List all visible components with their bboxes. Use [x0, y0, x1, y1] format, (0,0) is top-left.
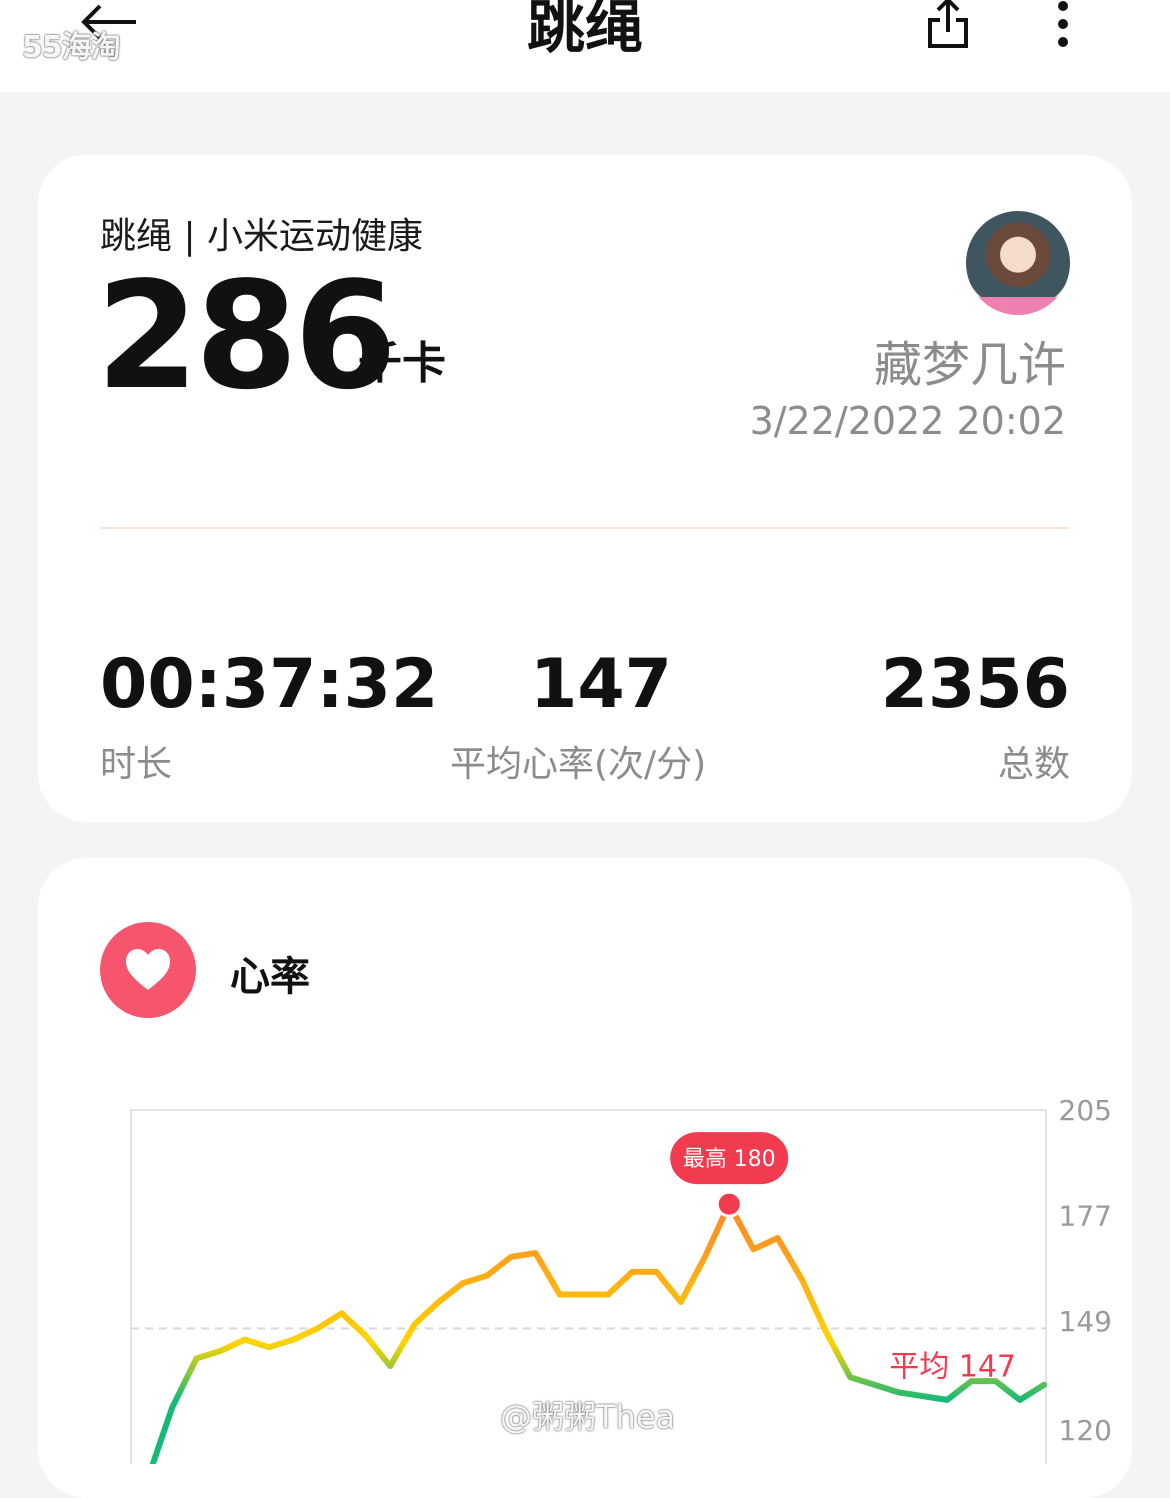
summary-card: 跳绳 | 小米运动健康 286 千卡 藏梦几许 3/22/2022 20:02 … — [38, 155, 1132, 822]
y-tick-label: 205 — [1059, 1094, 1112, 1127]
total-count-label: 总数 — [998, 735, 1070, 787]
avg-heart-rate-value: 147 — [530, 645, 672, 724]
y-tick-label: 149 — [1059, 1305, 1112, 1338]
page-title: 跳绳 — [0, 0, 1170, 60]
total-count-value: 2356 — [881, 645, 1070, 724]
more-button[interactable] — [1050, 0, 1076, 52]
average-label: 平均 147 — [889, 1349, 1016, 1384]
username: 藏梦几许 — [874, 325, 1066, 395]
y-tick-label: 120 — [1059, 1414, 1112, 1447]
avatar[interactable] — [966, 211, 1070, 315]
workout-datetime: 3/22/2022 20:02 — [750, 399, 1066, 443]
avatar-ribbon — [966, 297, 1070, 315]
avg-heart-rate-label: 平均心率(次/分) — [450, 735, 706, 787]
max-label: 最高 180 — [683, 1147, 776, 1172]
max-point-marker — [717, 1192, 741, 1216]
top-bar: 55海淘 跳绳 — [0, 0, 1170, 92]
y-tick-label: 177 — [1059, 1199, 1112, 1232]
share-icon — [922, 0, 974, 52]
heart-rate-chart: 205 177 149 120 最高 180 平均 147 — [0, 858, 1170, 1464]
duration-value: 00:37:32 — [100, 645, 438, 724]
watermark-bottom: @粥粥Thea — [500, 1392, 675, 1438]
share-button[interactable] — [922, 0, 974, 52]
max-callout: 最高 180 — [670, 1132, 788, 1216]
divider — [100, 527, 1070, 529]
calories-value: 286 — [96, 251, 393, 421]
duration-label: 时长 — [100, 735, 172, 787]
more-vertical-icon — [1050, 0, 1076, 52]
calories-unit: 千卡 — [358, 327, 446, 391]
